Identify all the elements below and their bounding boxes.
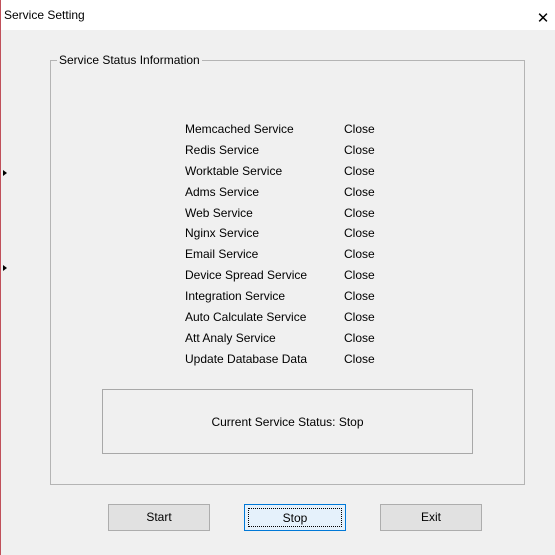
service-row: Att Analy Service Close	[185, 330, 405, 351]
service-status: Close	[344, 163, 375, 178]
start-button[interactable]: Start	[108, 504, 210, 531]
service-row: Integration Service Close	[185, 288, 405, 309]
service-row: Auto Calculate Service Close	[185, 309, 405, 330]
service-list: Memcached Service Close Redis Service Cl…	[185, 121, 405, 372]
service-status: Close	[344, 184, 375, 199]
current-status-panel: Current Service Status: Stop	[102, 389, 473, 454]
service-status: Close	[344, 310, 375, 325]
service-name: Device Spread Service	[185, 268, 308, 283]
service-name: Nginx Service	[185, 226, 260, 241]
service-name: Worktable Service	[185, 163, 283, 178]
exit-button[interactable]: Exit	[380, 504, 482, 531]
service-name: Update Database Data	[185, 351, 308, 366]
service-status: Close	[344, 122, 375, 136]
current-status-text: Current Service Status: Stop	[211, 415, 364, 429]
service-status: Close	[344, 351, 375, 366]
service-row: Web Service Close	[185, 205, 405, 226]
service-row: Adms Service Close	[185, 184, 405, 205]
service-row: Redis Service Close	[185, 142, 405, 163]
service-row: Update Database Data Close	[185, 351, 405, 372]
service-name: Email Service	[185, 247, 259, 262]
close-icon[interactable]: ✕	[531, 0, 555, 30]
stop-button[interactable]: Stop	[244, 504, 346, 531]
groupbox-label: Service Status Information	[57, 53, 202, 67]
service-name: Adms Service	[185, 184, 260, 199]
resize-arrow-icon	[3, 265, 7, 271]
service-row: Worktable Service Close	[185, 163, 405, 184]
service-name: Redis Service	[185, 142, 260, 157]
service-row: Email Service Close	[185, 246, 405, 267]
service-row: Device Spread Service Close	[185, 267, 405, 288]
service-status: Close	[344, 142, 375, 157]
service-name: Memcached Service	[185, 122, 294, 136]
title-bar[interactable]: Service Setting ✕	[1, 0, 555, 30]
stop-button-label: Stop	[248, 508, 342, 527]
resize-arrow-icon	[3, 170, 7, 176]
service-row: Memcached Service Close	[185, 121, 405, 142]
service-row: Nginx Service Close	[185, 225, 405, 246]
service-name: Att Analy Service	[185, 330, 276, 345]
service-name: Web Service	[185, 205, 253, 220]
service-status: Close	[344, 226, 375, 241]
window-title: Service Setting	[4, 8, 85, 22]
service-status: Close	[344, 247, 375, 262]
service-status: Close	[344, 289, 375, 304]
service-setting-window: Service Setting ✕ Service Status Informa…	[0, 0, 555, 555]
service-status: Close	[344, 268, 375, 283]
service-status: Close	[344, 330, 375, 345]
service-name: Integration Service	[185, 289, 286, 304]
service-name: Auto Calculate Service	[185, 310, 307, 325]
service-status: Close	[344, 205, 375, 220]
